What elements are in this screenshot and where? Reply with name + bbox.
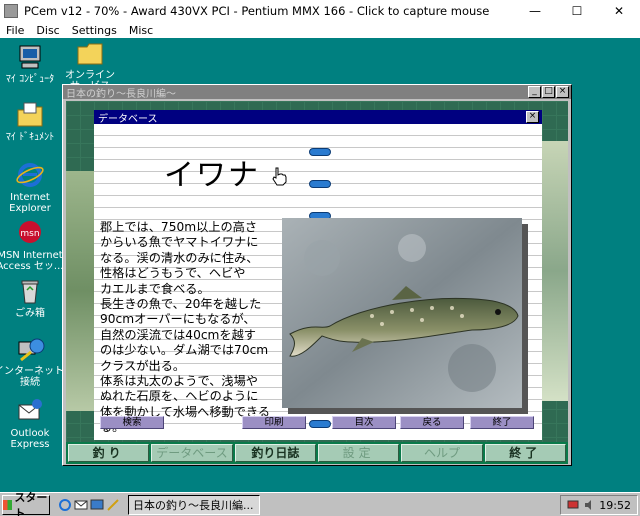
menu-settings[interactable]: Settings bbox=[66, 24, 123, 37]
contents-button[interactable]: 目次 bbox=[332, 416, 396, 429]
notebook-page: イワナ 郡上では、750m以上の高さ からいる魚でヤマトイワナに なる。渓の清水… bbox=[94, 124, 542, 434]
back-button[interactable]: 戻る bbox=[400, 416, 464, 429]
system-tray: 19:52 bbox=[560, 495, 638, 515]
host-menubar: File Disc Settings Misc bbox=[0, 22, 640, 38]
game-window-titlebar[interactable]: 日本の釣り〜長良川編〜 _ □ × bbox=[63, 85, 571, 100]
desktop-icon-outlook-express[interactable]: Outlook Express bbox=[0, 396, 66, 450]
connect-wizard-icon bbox=[18, 338, 45, 362]
search-button[interactable]: 検索 bbox=[100, 416, 164, 429]
database-titlebar[interactable]: データベース × bbox=[94, 110, 542, 125]
menu-disc[interactable]: Disc bbox=[30, 24, 65, 37]
outlook-express-icon bbox=[18, 399, 42, 420]
desktop-icon-my-documents[interactable]: ﾏｲ ﾄﾞｷｭﾒﾝﾄ bbox=[0, 100, 66, 143]
fish-name-heading: イワナ bbox=[164, 158, 260, 193]
print-button[interactable]: 印刷 bbox=[242, 416, 306, 429]
volume-tray-icon[interactable] bbox=[583, 499, 595, 511]
game-window-controls: _ □ × bbox=[528, 86, 569, 98]
host-titlebar: PCem v12 - 70% - Award 430VX PCI - Penti… bbox=[0, 0, 640, 22]
documents-folder-icon bbox=[17, 102, 43, 127]
task-label: 日本の釣り〜長良川編... bbox=[133, 498, 254, 512]
recycle-bin-icon bbox=[21, 280, 39, 304]
display-tray-icon[interactable] bbox=[567, 499, 579, 511]
fish-description: 郡上では、750m以上の高さ からいる魚でヤマトイワナに なる。渓の清水のみに住… bbox=[100, 220, 271, 434]
exit-button[interactable]: 終了 bbox=[470, 416, 534, 429]
svg-text:msn: msn bbox=[20, 229, 39, 239]
fish-photo bbox=[282, 218, 522, 408]
menu-help-button[interactable]: ヘルプ bbox=[401, 444, 483, 462]
windows-logo-icon bbox=[3, 499, 13, 510]
game-close-button[interactable]: × bbox=[556, 86, 569, 98]
start-button[interactable]: スタート bbox=[2, 491, 50, 516]
menu-fishing-button[interactable]: 釣り bbox=[68, 444, 150, 462]
database-dialog: データベース × イワナ 郡上では、750m以上の高さ からいる魚でヤマトイワナ… bbox=[94, 110, 542, 440]
host-title: PCem v12 - 70% - Award 430VX PCI - Penti… bbox=[24, 4, 490, 18]
internet-explorer-icon bbox=[16, 163, 44, 187]
minimize-button[interactable]: — bbox=[514, 0, 556, 22]
database-button-row: 検索 印刷 目次 戻る 終了 bbox=[94, 416, 542, 430]
game-minimize-button[interactable]: _ bbox=[528, 86, 541, 98]
channels-icon[interactable] bbox=[106, 498, 120, 512]
clock[interactable]: 19:52 bbox=[599, 499, 631, 512]
host-window-controls: — ☐ ✕ bbox=[514, 0, 640, 22]
ie-quicklaunch-icon[interactable] bbox=[58, 498, 72, 512]
folder-icon bbox=[77, 43, 103, 65]
desktop-icon-connect-internet[interactable]: インターネットに 接続 bbox=[0, 334, 74, 388]
computer-icon bbox=[19, 45, 41, 69]
start-label: スタート bbox=[14, 490, 48, 516]
menu-database-button[interactable]: データベース bbox=[151, 444, 233, 462]
database-title: データベース bbox=[98, 113, 158, 125]
desktop-icon-msn[interactable]: msn MSN Internet Access セッ... bbox=[0, 218, 66, 272]
outlook-quicklaunch-icon[interactable] bbox=[74, 498, 88, 512]
taskbar: スタート 日本の釣り〜長良川編... 19:52 bbox=[0, 491, 640, 516]
menu-quit-button[interactable]: 終了 bbox=[484, 444, 566, 462]
menu-file[interactable]: File bbox=[0, 24, 30, 37]
game-maximize-button[interactable]: □ bbox=[542, 86, 555, 98]
desktop-icon-recycle-bin[interactable]: ごみ箱 bbox=[0, 276, 66, 319]
pcem-app-icon bbox=[4, 4, 18, 18]
quick-launch bbox=[58, 498, 120, 512]
taskbar-task-fishing[interactable]: 日本の釣り〜長良川編... bbox=[128, 494, 260, 515]
database-close-button[interactable]: × bbox=[526, 111, 539, 123]
close-button[interactable]: ✕ bbox=[598, 0, 640, 22]
desktop-icon-internet-explorer[interactable]: Internet Explorer bbox=[0, 160, 66, 214]
msn-icon: msn bbox=[19, 221, 41, 243]
menu-misc[interactable]: Misc bbox=[123, 24, 159, 37]
menu-diary-button[interactable]: 釣り日誌 bbox=[234, 444, 316, 462]
game-window-title: 日本の釣り〜長良川編〜 bbox=[66, 88, 176, 100]
spiral-ring bbox=[309, 148, 331, 156]
hand-pointer-icon bbox=[272, 167, 287, 186]
show-desktop-icon[interactable] bbox=[90, 498, 104, 512]
spiral-ring bbox=[309, 180, 331, 188]
maximize-button[interactable]: ☐ bbox=[556, 0, 598, 22]
